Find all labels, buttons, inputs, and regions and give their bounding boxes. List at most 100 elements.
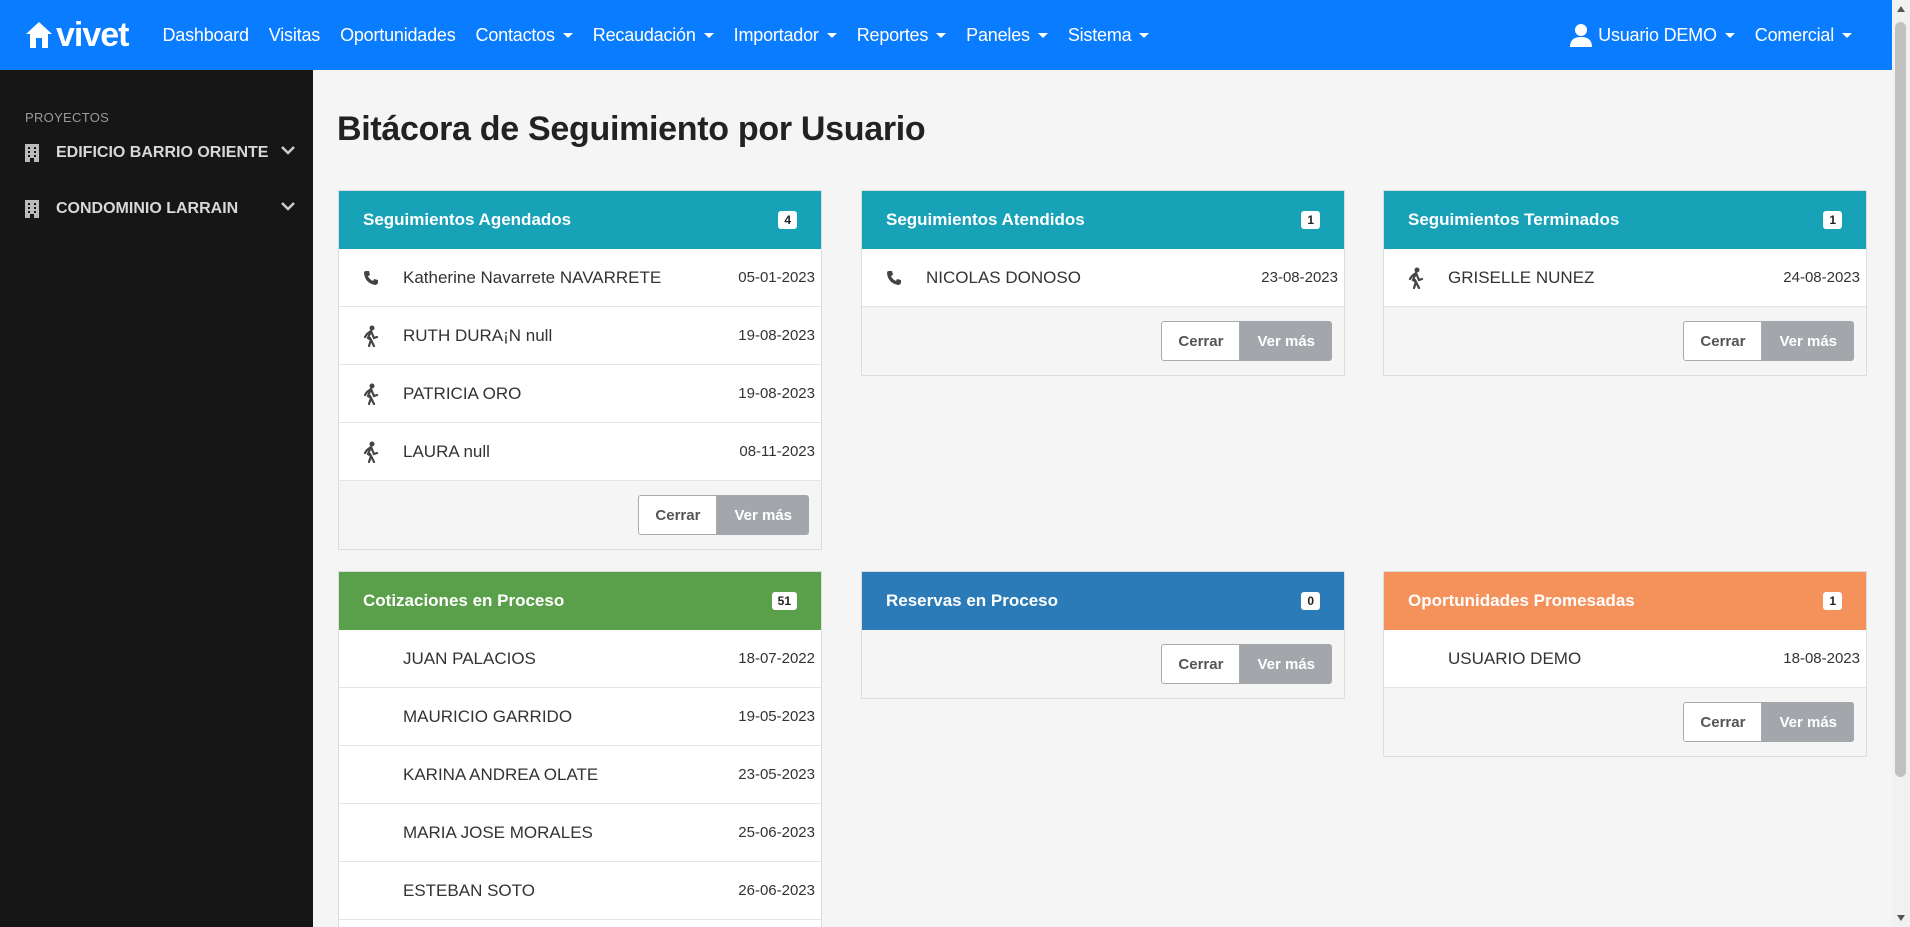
nav-label: Reportes [856,24,929,45]
quote-date: 18-07-2022 [738,650,815,667]
list-item[interactable]: KARINA ANDREA OLATE 23-05-2023 [339,746,821,804]
see-more-button[interactable]: Ver más [1240,644,1332,684]
nav-recaudacion[interactable]: Recaudación [593,25,714,46]
see-more-button[interactable]: Ver más [1762,321,1854,361]
building-icon [25,200,39,218]
contact-name: GRISELLE NUNEZ [1448,267,1595,287]
follow-up-date: 19-08-2023 [738,327,815,344]
list-item[interactable]: GRISELLE NUNEZ 24-08-2023 [1384,249,1866,307]
nav-label: Paneles [966,24,1030,45]
caret-down-icon [826,32,837,38]
list-item[interactable]: MARIA JOSE MORALES 25-06-2023 [339,804,821,862]
see-more-button[interactable]: Ver más [1762,702,1854,742]
house-icon [26,22,52,48]
panel-header: Oportunidades Promesadas 1 [1384,572,1866,630]
quote-date: 23-05-2023 [738,766,815,783]
list-item[interactable]: Katherine Navarrete NAVARRETE 05-01-2023 [339,249,821,307]
brand-logo[interactable]: vivet [24,16,129,55]
sidebar-heading: PROYECTOS [25,110,110,125]
nav-dashboard[interactable]: Dashboard [163,25,249,46]
top-navbar: vivet Dashboard Visitas Oportunidades Co… [0,0,1892,70]
panel-title: Reservas en Proceso [886,591,1058,610]
list-item[interactable]: JUAN PALACIOS 18-07-2022 [339,630,821,688]
page-scrollbar[interactable] [1892,0,1910,927]
panel-title: Cotizaciones en Proceso [363,591,565,610]
quote-date: 25-06-2023 [738,824,815,841]
panel-oportunidades-promesadas: Oportunidades Promesadas 1 USUARIO DEMO … [1383,571,1867,757]
nav-paneles[interactable]: Paneles [966,25,1048,46]
panel-title: Oportunidades Promesadas [1408,591,1635,610]
nav-right: Usuario DEMO Comercial [1550,0,1852,70]
close-button[interactable]: Cerrar [638,495,718,535]
building-icon [25,144,39,162]
count-badge: 4 [778,211,797,229]
sidebar-item-label: CONDOMINIO LARRAIN [56,200,239,217]
nav-importador[interactable]: Importador [734,25,837,46]
role-menu[interactable]: Comercial [1755,25,1852,46]
sidebar-item-edificio-barrio-oriente[interactable]: EDIFICIO BARRIO ORIENTE [0,125,313,181]
chevron-down-icon[interactable] [281,145,295,155]
panel-title: Seguimientos Terminados [1408,210,1620,229]
panel-header: Reservas en Proceso 0 [862,572,1344,630]
list-item[interactable]: NICOLAS DONOSO 23-08-2023 [862,249,1344,307]
see-more-button[interactable]: Ver más [717,495,809,535]
see-more-button[interactable]: Ver más [1240,321,1332,361]
list-item[interactable]: PATRICIA ORO 19-08-2023 [339,365,821,423]
caret-down-icon [936,32,947,38]
list-item[interactable]: ESTEBAN SOTO 26-06-2023 [339,862,821,920]
count-badge: 1 [1301,211,1320,229]
count-badge: 1 [1823,211,1842,229]
close-button[interactable]: Cerrar [1683,321,1763,361]
contact-name: USUARIO DEMO [1448,648,1582,668]
contact-name: MARIA JOSE MORALES [403,822,593,842]
phone-icon [361,270,381,286]
button-group: Cerrar Ver más [1683,321,1854,361]
count-badge: 1 [1823,592,1842,610]
panel-header: Seguimientos Agendados 4 [339,191,821,249]
main-nav: Dashboard Visitas Oportunidades Contacto… [163,25,1170,46]
panel-seguimientos-atendidos: Seguimientos Atendidos 1 NICOLAS DONOSO … [861,190,1345,376]
button-group: Cerrar Ver más [1161,321,1332,361]
scroll-thumb[interactable] [1895,22,1906,777]
panel-footer: Cerrar Ver más [1384,688,1866,756]
follow-up-date: 19-08-2023 [738,385,815,402]
list-item[interactable]: MAURICIO GARRIDO 19-05-2023 [339,688,821,746]
follow-up-date: 05-01-2023 [738,269,815,286]
list-item[interactable]: USUARIO DEMO 18-08-2023 [1384,630,1866,688]
scroll-up-icon[interactable] [1897,6,1905,12]
button-group: Cerrar Ver más [1161,644,1332,684]
nav-reportes[interactable]: Reportes [856,24,947,46]
nav-sistema[interactable]: Sistema [1068,25,1150,46]
sidebar-item-condominio-larrain[interactable]: CONDOMINIO LARRAIN [0,181,313,237]
quote-date: 19-05-2023 [738,708,815,725]
list-item[interactable]: RUTH DURA¡N null 19-08-2023 [339,307,821,365]
promise-date: 18-08-2023 [1783,650,1860,667]
contact-name: JUAN PALACIOS [403,648,536,668]
list-item[interactable]: LAURA null 08-11-2023 [339,423,821,481]
user-menu[interactable]: Usuario DEMO [1570,23,1735,47]
contact-name: KARINA ANDREA OLATE [403,764,599,784]
follow-up-date: 08-11-2023 [739,443,815,460]
caret-down-icon [703,32,714,38]
panel-seguimientos-agendados: Seguimientos Agendados 4 Katherine Navar… [338,190,822,550]
nav-oportunidades[interactable]: Oportunidades [340,25,456,46]
walking-icon [361,441,381,463]
caret-down-icon [1139,32,1150,38]
button-group: Cerrar Ver más [1683,702,1854,742]
close-button[interactable]: Cerrar [1161,321,1241,361]
nav-visitas[interactable]: Visitas [269,25,320,46]
scroll-down-icon[interactable] [1897,915,1905,921]
contact-name: MAURICIO GARRIDO [403,706,573,726]
nav-contactos[interactable]: Contactos [476,25,573,46]
panel-header: Seguimientos Atendidos 1 [862,191,1344,249]
contact-name: Katherine Navarrete NAVARRETE [403,267,662,287]
panel-title: Seguimientos Agendados [363,210,572,229]
caret-down-icon [1724,32,1735,38]
panel-header: Cotizaciones en Proceso 51 [339,572,821,630]
chevron-down-icon[interactable] [281,201,295,211]
close-button[interactable]: Cerrar [1161,644,1241,684]
sidebar: PROYECTOS EDIFICIO BARRIO ORIENTE CONDOM… [0,70,313,927]
close-button[interactable]: Cerrar [1683,702,1763,742]
button-group: Cerrar Ver más [638,495,809,535]
panel-footer: Cerrar Ver más [862,307,1344,375]
